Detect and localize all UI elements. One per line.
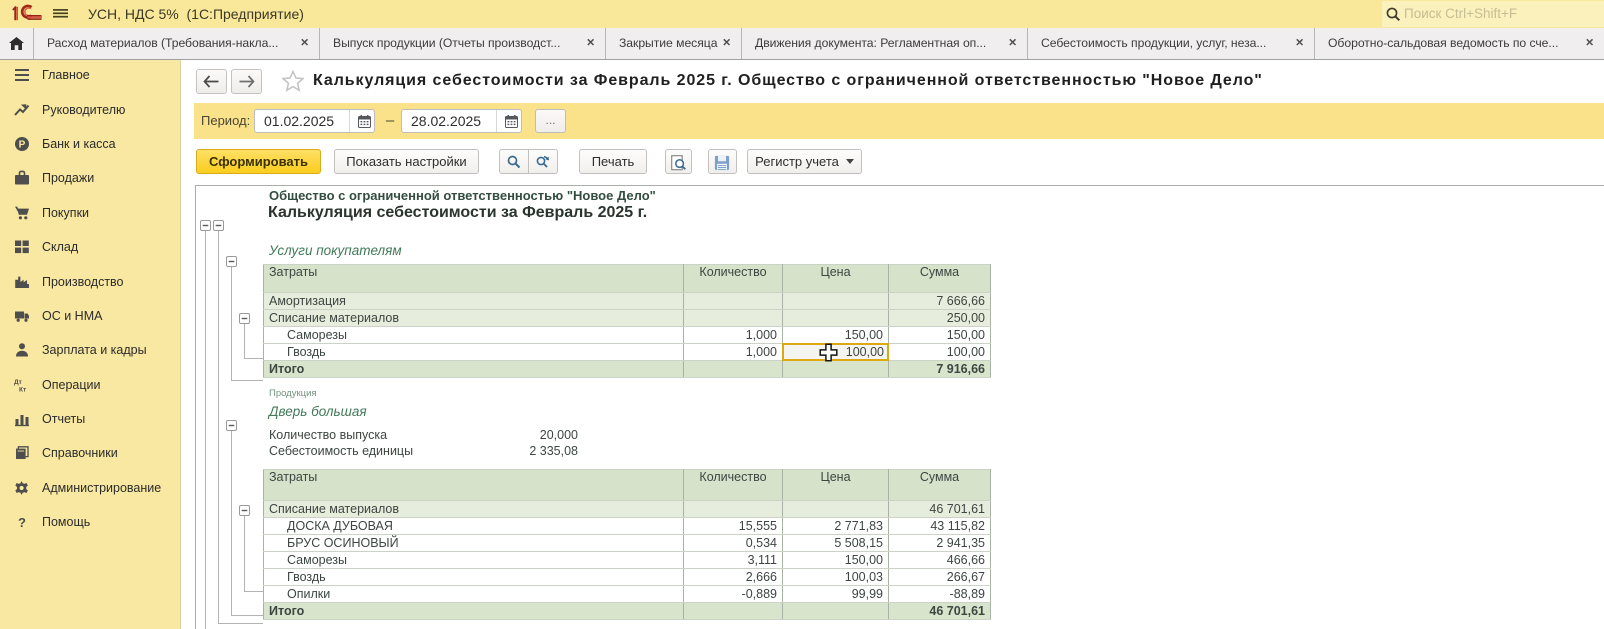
- svg-text:Кт: Кт: [19, 387, 26, 394]
- svg-text:?: ?: [18, 515, 26, 530]
- svg-text:Дт: Дт: [14, 379, 22, 386]
- svg-text:Р: Р: [19, 140, 26, 151]
